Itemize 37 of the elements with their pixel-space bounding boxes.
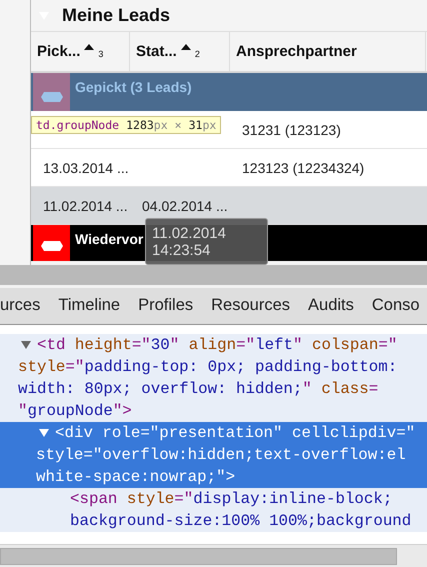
- devtools-tab[interactable]: Timeline: [58, 296, 120, 316]
- expand-arrow-icon[interactable]: [38, 428, 50, 438]
- collapse-icon[interactable]: [40, 92, 62, 102]
- devtools-tab[interactable]: Profiles: [138, 296, 194, 316]
- devtools-tab[interactable]: Audits: [308, 296, 354, 316]
- expand-arrow-icon[interactable]: [20, 340, 32, 350]
- tooltip-text: 14:23:54: [152, 242, 212, 259]
- devtools-tab[interactable]: Conso: [372, 296, 420, 316]
- code-line: <div role="presentation" cellclipdiv=": [55, 423, 416, 444]
- table-cell-text: 123123 (12234324): [241, 160, 366, 176]
- code-line: style="overflow:hidden;text-overflow:el: [36, 445, 406, 466]
- inspect-tooltip: td.groupNode 1283px × 31px: [31, 116, 222, 134]
- panel-splitter[interactable]: [0, 265, 427, 288]
- group-label: Wiedervor: [74, 230, 144, 247]
- column-header[interactable]: Pick... 3: [31, 32, 130, 71]
- tooltip-text: 11.02.2014: [152, 225, 227, 242]
- group-label: Gepickt (3 Leads): [74, 78, 192, 95]
- sort-ascending-icon: [84, 44, 94, 50]
- table-cell-text: 13.03.2014 ...: [42, 160, 130, 176]
- collapse-icon[interactable]: [40, 241, 62, 251]
- code-line: <td height="30" align="left" colspan=": [37, 335, 398, 356]
- code-line: white-space:nowrap;">: [36, 467, 236, 488]
- devtools-tab[interactable]: Resources: [211, 296, 290, 316]
- code-line: background-size:100% 100%;background: [70, 511, 412, 532]
- code-line: <span style="display:inline-block;: [70, 489, 392, 510]
- devtools-tab[interactable]: urces: [0, 296, 40, 316]
- column-header[interactable]: Ansprechpartner: [230, 32, 426, 71]
- code-line: style="padding-top: 0px; padding-bottom:: [18, 357, 398, 378]
- scrollbar-thumb[interactable]: [0, 548, 397, 564]
- table-cell-text: 04.02.2014 ...: [141, 198, 229, 214]
- code-line: "groupNode">: [18, 401, 132, 422]
- table-cell-text: 11.02.2014 ...: [42, 198, 129, 214]
- sort-ascending-icon: [180, 44, 191, 50]
- table-cell-text: 31231 (123123): [241, 122, 342, 138]
- panel-title: Meine Leads: [62, 5, 170, 26]
- code-line: width: 80px; overflow: hidden;" class=: [18, 379, 378, 400]
- column-header[interactable]: Stat... 2: [130, 32, 230, 71]
